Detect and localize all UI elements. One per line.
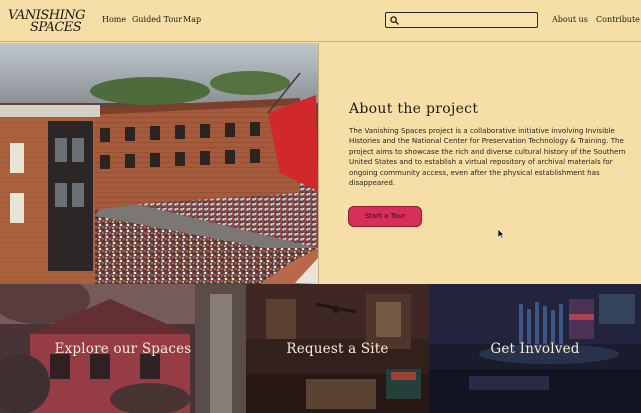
nav-guided-tour[interactable]: Guided Tour (132, 15, 182, 24)
about-description: The Vanishing Spaces project is a collab… (349, 126, 626, 188)
card-get-involved[interactable]: Get Involved (429, 284, 641, 413)
about-title: About the project (349, 101, 479, 117)
search-box[interactable] (385, 12, 538, 28)
site-header: VANISHING SPACES Home Guided Tour Map Ab… (0, 0, 641, 42)
nav-about-us[interactable]: About us (552, 15, 588, 24)
hero-illustration (0, 43, 318, 284)
start-tour-button[interactable]: Start a Tour (348, 206, 422, 227)
card-explore-spaces[interactable]: Explore our Spaces (0, 284, 246, 413)
card-label-explore: Explore our Spaces (54, 341, 192, 357)
search-input[interactable] (402, 14, 534, 26)
mouse-cursor-icon (498, 229, 505, 239)
nav-map[interactable]: Map (183, 15, 201, 24)
card-label-get-involved: Get Involved (490, 341, 580, 357)
logo-line-2: SPACES (30, 20, 82, 35)
search-icon (390, 16, 399, 25)
about-section: About the project The Vanishing Spaces p… (318, 43, 641, 284)
hero-parade-photo (0, 43, 318, 284)
card-label-request: Request a Site (286, 341, 389, 357)
card-request-site[interactable]: Request a Site (246, 284, 429, 413)
nav-contribute[interactable]: Contribute (596, 15, 640, 24)
nav-home[interactable]: Home (102, 15, 126, 24)
site-logo[interactable]: VANISHING SPACES (6, 8, 86, 36)
